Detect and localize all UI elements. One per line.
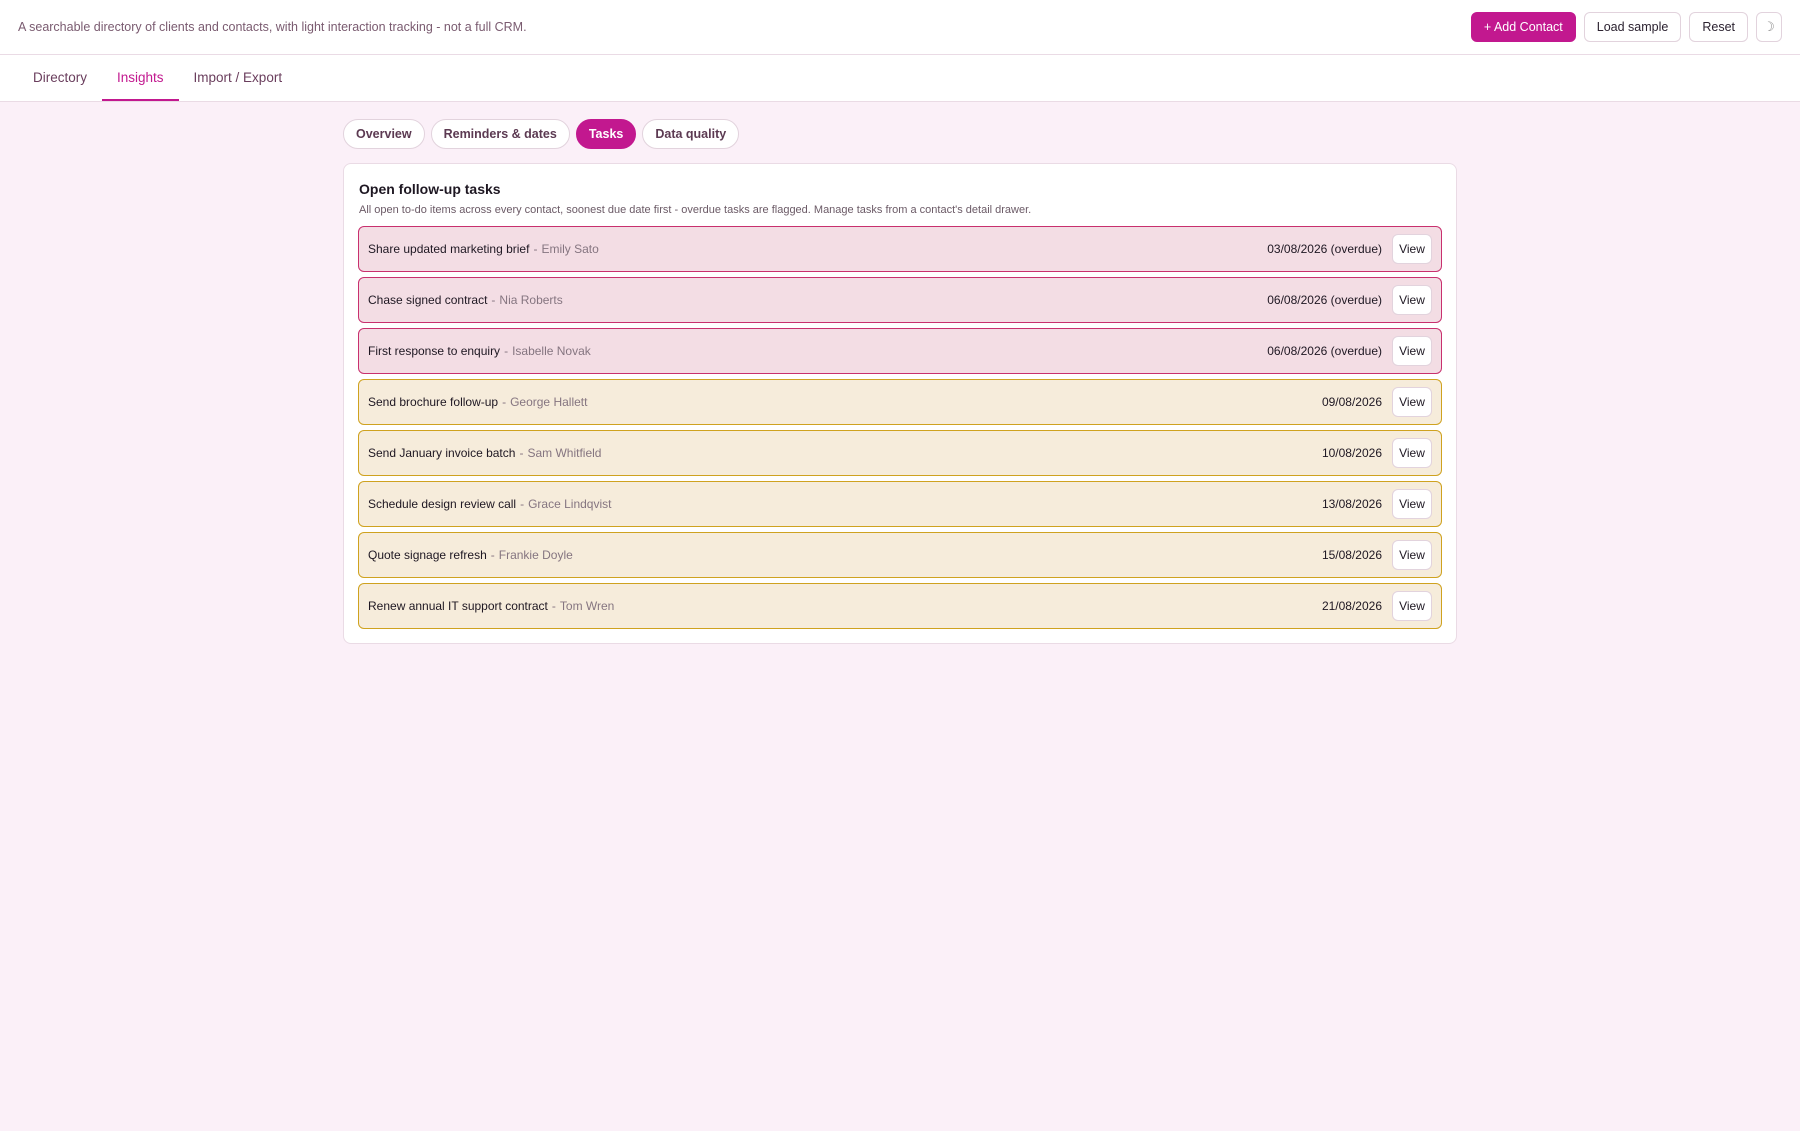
view-task-button[interactable]: View [1392, 336, 1432, 366]
task-separator: - [490, 548, 495, 562]
subtab-overview[interactable]: Overview [343, 119, 425, 149]
section-nav: Directory Insights Import / Export [0, 55, 1800, 102]
task-contact: Nia Roberts [499, 293, 563, 307]
view-task-button[interactable]: View [1392, 540, 1432, 570]
task-separator: - [491, 293, 496, 307]
task-row: Chase signed contract - Nia Roberts 06/0… [358, 277, 1442, 323]
subtab-tasks[interactable]: Tasks [575, 119, 637, 149]
task-contact: Grace Lindqvist [528, 497, 612, 511]
task-due-date: 13/08/2026 [1321, 497, 1382, 511]
task-separator: - [533, 242, 538, 256]
theme-toggle-button[interactable]: ☽ [1756, 12, 1782, 42]
view-task-button[interactable]: View [1392, 489, 1432, 519]
task-due-date: 06/08/2026 (overdue) [1267, 344, 1382, 358]
task-separator: - [504, 344, 509, 358]
task-contact: Sam Whitfield [527, 446, 602, 460]
task-title: Schedule design review call [368, 497, 517, 511]
task-title: First response to enquiry [368, 344, 501, 358]
tasks-card: Open follow-up tasks All open to-do item… [343, 163, 1457, 644]
task-list: Share updated marketing brief - Emily Sa… [358, 226, 1442, 634]
task-separator: - [519, 446, 524, 460]
task-row: First response to enquiry - Isabelle Nov… [358, 328, 1442, 374]
task-separator: - [551, 599, 556, 613]
task-row: Renew annual IT support contract - Tom W… [358, 583, 1442, 629]
moon-icon: ☽ [1763, 19, 1775, 34]
task-contact: Tom Wren [559, 599, 615, 613]
card-description: All open to-do items across every contac… [359, 204, 1032, 216]
header-actions: + Add Contact Load sample Reset ☽ [1470, 12, 1782, 42]
view-task-button[interactable]: View [1392, 285, 1432, 315]
task-title: Send brochure follow-up [368, 395, 499, 409]
task-contact: Isabelle Novak [512, 344, 591, 358]
view-task-button[interactable]: View [1392, 438, 1432, 468]
task-row: Schedule design review call - Grace Lind… [358, 481, 1442, 527]
task-title: Send January invoice batch [368, 446, 516, 460]
task-title: Chase signed contract [368, 293, 488, 307]
tab-insights[interactable]: Insights [102, 55, 179, 101]
task-contact: Emily Sato [541, 242, 599, 256]
task-due-date: 03/08/2026 (overdue) [1267, 242, 1382, 256]
add-contact-button[interactable]: + Add Contact [1470, 12, 1576, 42]
task-due-date: 09/08/2026 [1321, 395, 1382, 409]
card-title: Open follow-up tasks [359, 181, 501, 197]
view-task-button[interactable]: View [1392, 234, 1432, 264]
task-separator: - [520, 497, 525, 511]
subtab-reminders-dates[interactable]: Reminders & dates [430, 119, 570, 149]
task-contact: George Hallett [510, 395, 588, 409]
subtab-data-quality[interactable]: Data quality [642, 119, 740, 149]
task-title: Share updated marketing brief [368, 242, 530, 256]
task-row: Send brochure follow-up - George Hallett… [358, 379, 1442, 425]
load-sample-button[interactable]: Load sample [1583, 12, 1682, 42]
task-due-date: 10/08/2026 [1321, 446, 1382, 460]
task-title: Renew annual IT support contract [368, 599, 548, 613]
task-due-date: 06/08/2026 (overdue) [1267, 293, 1382, 307]
task-row: Share updated marketing brief - Emily Sa… [358, 226, 1442, 272]
task-separator: - [502, 395, 507, 409]
task-title: Quote signage refresh [368, 548, 487, 562]
tab-import-export[interactable]: Import / Export [179, 55, 298, 101]
top-header: A searchable directory of clients and co… [0, 0, 1800, 55]
app-tagline: A searchable directory of clients and co… [18, 20, 527, 34]
reset-button[interactable]: Reset [1689, 12, 1748, 42]
view-task-button[interactable]: View [1392, 387, 1432, 417]
task-due-date: 15/08/2026 [1321, 548, 1382, 562]
app-window: A searchable directory of clients and co… [0, 0, 1800, 1131]
task-row: Send January invoice batch - Sam Whitfie… [358, 430, 1442, 476]
tab-directory[interactable]: Directory [18, 55, 102, 101]
task-contact: Frankie Doyle [498, 548, 573, 562]
section-tabs: Directory Insights Import / Export [18, 55, 297, 101]
insights-subtabs: Overview Reminders & dates Tasks Data qu… [343, 119, 740, 149]
task-due-date: 21/08/2026 [1321, 599, 1382, 613]
task-row: Quote signage refresh - Frankie Doyle 15… [358, 532, 1442, 578]
view-task-button[interactable]: View [1392, 591, 1432, 621]
